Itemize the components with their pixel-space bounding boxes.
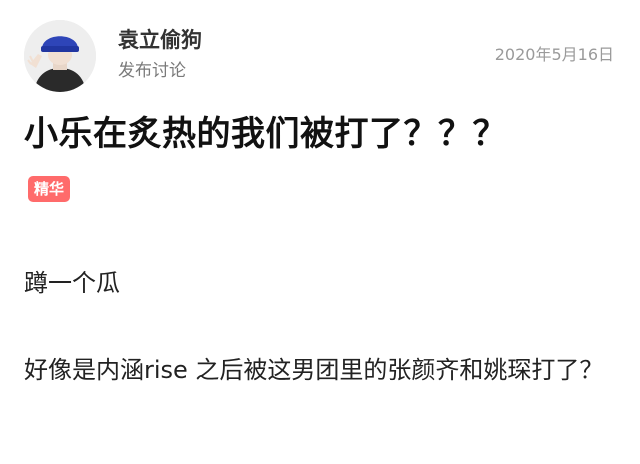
featured-badge: 精华 bbox=[28, 176, 71, 202]
post-paragraph: 蹲一个瓜 bbox=[24, 269, 120, 297]
post-paragraph: 好像是内涵rise 之后被这男团里的张颜齐和姚琛打了？ bbox=[24, 356, 604, 384]
post-date: 2020年5月16日 bbox=[494, 45, 614, 64]
post-header: 袁立偷狗 发布讨论 2020年5月16日 bbox=[24, 20, 616, 92]
author-name[interactable]: 袁立偷狗 bbox=[118, 30, 202, 51]
avatar[interactable] bbox=[24, 20, 96, 92]
avatar-image bbox=[24, 20, 96, 92]
post-title: 小乐在炙热的我们被打了？？？ bbox=[24, 114, 507, 154]
author-action-label: 发布讨论 bbox=[118, 61, 186, 81]
